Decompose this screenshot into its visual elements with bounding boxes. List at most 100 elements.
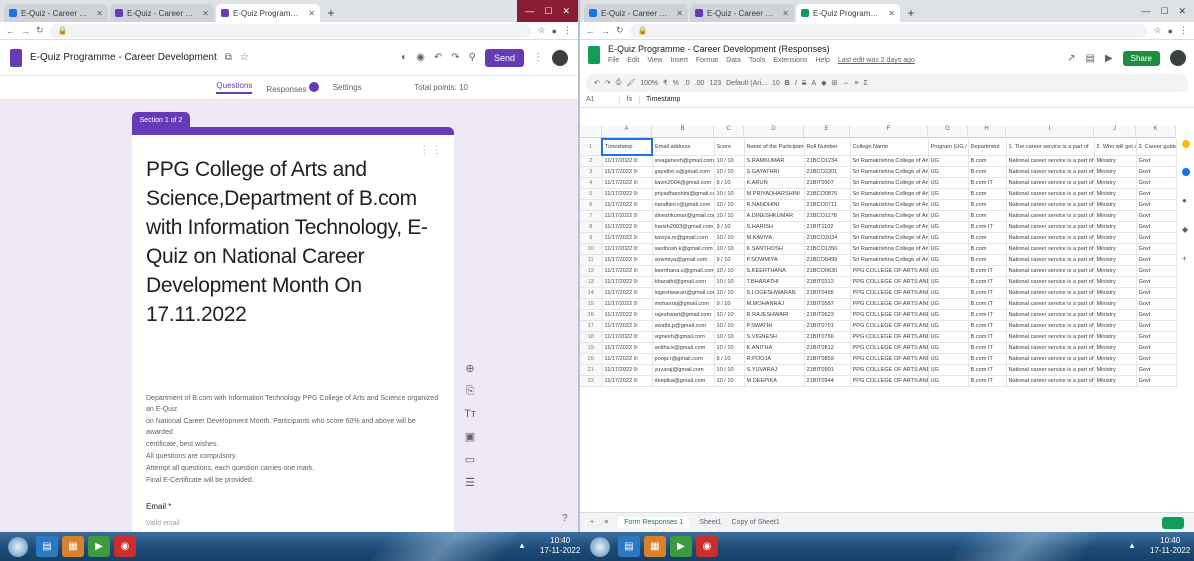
tab-settings[interactable]: Settings [333, 83, 362, 92]
form-doc-title[interactable]: E-Quiz Programme - Career Development [30, 52, 217, 63]
row-number[interactable]: 11 [580, 254, 603, 266]
table-cell[interactable]: 10 / 10 [714, 199, 745, 211]
table-cell[interactable]: B.com IT [968, 287, 1007, 299]
table-cell[interactable]: 11/17/2022 9: [602, 232, 653, 244]
table-cell[interactable]: 10 / 10 [714, 364, 745, 376]
folder-icon[interactable]: ▦ [644, 536, 666, 557]
table-cell[interactable]: B.com IT [968, 364, 1007, 376]
table-cell[interactable]: bharathi@gmail.com [652, 276, 715, 288]
table-cell[interactable]: National career service is a part of [1006, 188, 1095, 200]
table-cell[interactable]: M.MOHANRAJ [744, 298, 805, 310]
column-header[interactable]: A [602, 126, 652, 137]
table-cell[interactable]: 9 / 10 [714, 298, 745, 310]
minimize-icon[interactable]: — [525, 6, 534, 16]
decrease-decimal-button[interactable]: .0 [684, 80, 690, 87]
table-cell[interactable]: 11/17/2022 9: [602, 287, 653, 299]
palette-icon[interactable]: ◐ [401, 52, 407, 63]
taskbar-clock-right[interactable]: 10:40 17-11-2022 [1150, 536, 1190, 556]
table-cell[interactable]: Govt [1136, 353, 1177, 365]
table-cell[interactable]: vignesh@gmail.com [652, 331, 715, 343]
table-cell[interactable]: logeshwaran@gmail.com [652, 287, 715, 299]
add-title-icon[interactable]: Tт [464, 408, 476, 420]
table-cell[interactable]: PPG COLLEGE OF ARTS AND SCIENCE [850, 342, 929, 354]
table-cell[interactable]: anitha.k@gmail.com [652, 342, 715, 354]
table-cell[interactable]: Govt [1136, 309, 1177, 321]
menu-file[interactable]: File [608, 57, 619, 64]
close-icon[interactable]: ✕ [308, 9, 315, 18]
more-vert-icon[interactable]: ⋮ [533, 52, 543, 63]
table-cell[interactable]: 21BCO0499 [804, 254, 851, 266]
browser-tab-active[interactable]: E-Quiz Programme - Career Dev✕ [796, 4, 900, 22]
table-cell[interactable]: UG [928, 276, 969, 288]
table-cell[interactable]: pooja.r@gmail.com [652, 353, 715, 365]
contacts-icon[interactable]: ● [1182, 196, 1190, 205]
table-cell[interactable]: S.HARISH [744, 221, 805, 233]
table-cell[interactable]: Govt [1136, 265, 1177, 277]
table-cell[interactable]: Ministry [1094, 353, 1137, 365]
table-cell[interactable]: National career service is a part of [1006, 155, 1095, 167]
column-header[interactable]: I [1006, 126, 1094, 137]
table-cell[interactable]: PPG COLLEGE OF ARTS AND SCIENCE [850, 353, 929, 365]
table-cell[interactable]: mohanraj@gmail.com [652, 298, 715, 310]
forward-icon[interactable]: → [21, 26, 30, 36]
table-cell[interactable]: nandhini.r@gmail.com [652, 199, 715, 211]
table-cell[interactable]: kaviya.m@gmail.com [652, 232, 715, 244]
row-number[interactable]: 1 [580, 139, 603, 156]
table-cell[interactable]: 10 / 10 [714, 375, 745, 387]
chrome-icon[interactable]: ◉ [114, 536, 136, 557]
table-cell[interactable]: Govt [1136, 232, 1177, 244]
table-cell[interactable]: Ministry [1094, 298, 1137, 310]
increase-decimal-button[interactable]: .00 [695, 80, 705, 87]
table-cell[interactable]: B.com IT [968, 309, 1007, 321]
table-cell[interactable]: National career service is a part of [1006, 166, 1095, 178]
table-cell[interactable]: B.com [968, 166, 1007, 178]
table-cell[interactable]: B.com IT [968, 375, 1007, 387]
browser-tab[interactable]: E-Quiz - Career Development✕ [690, 4, 794, 22]
table-cell[interactable]: Ministry [1094, 342, 1137, 354]
table-cell[interactable]: 21BCO0711 [804, 199, 851, 211]
start-button-icon[interactable] [8, 537, 28, 557]
table-cell[interactable]: B.com [968, 232, 1007, 244]
column-header[interactable]: E [804, 126, 850, 137]
table-cell[interactable]: 11/17/2022 9: [602, 320, 653, 332]
explorer-icon[interactable]: ▤ [36, 536, 58, 557]
table-cell[interactable]: UG [928, 320, 969, 332]
menu-format[interactable]: Format [696, 57, 718, 64]
column-header[interactable]: H [968, 126, 1006, 137]
explorer-icon[interactable]: ▤ [618, 536, 640, 557]
table-cell[interactable]: Ministry [1094, 287, 1137, 299]
table-cell[interactable]: Govt [1136, 210, 1177, 222]
functions-icon[interactable]: Σ [864, 80, 868, 87]
add-image-icon[interactable]: ▣ [465, 430, 475, 443]
sheet-title[interactable]: E-Quiz Programme - Career Development (R… [608, 44, 915, 54]
strikethrough-button[interactable]: S [802, 80, 807, 87]
table-cell[interactable]: National career service is a part of [1006, 265, 1095, 277]
table-cell[interactable]: 10 / 10 [714, 243, 745, 255]
table-cell[interactable]: UG [928, 188, 969, 200]
table-cell[interactable]: 11/17/2022 9: [602, 364, 653, 376]
table-cell[interactable]: UG [928, 265, 969, 277]
table-cell[interactable]: S.YUVARAJ [744, 364, 805, 376]
table-cell[interactable]: 11/17/2022 9: [602, 309, 653, 321]
sheet-tab-copy[interactable]: Copy of Sheet1 [732, 519, 780, 526]
media-icon[interactable]: ▶ [670, 536, 692, 557]
row-number[interactable]: 19 [580, 342, 603, 354]
tray-arrow-icon[interactable]: ▲ [1128, 541, 1136, 550]
table-cell[interactable]: 11/17/2022 9: [602, 276, 653, 288]
start-button-icon[interactable] [590, 537, 610, 557]
table-cell[interactable]: 10 / 10 [714, 210, 745, 222]
table-cell[interactable]: UG [928, 221, 969, 233]
send-button[interactable]: Send [484, 48, 524, 67]
table-cell[interactable]: 21BIT0623 [804, 309, 851, 321]
menu-extensions[interactable]: Extensions [773, 57, 807, 64]
taskbar-clock-left[interactable]: 10:40 17-11-2022 [540, 536, 580, 556]
table-cell[interactable]: Sri Ramakrishna College of Arts [850, 155, 929, 167]
back-icon[interactable]: ← [586, 26, 595, 36]
table-cell[interactable]: PPG COLLEGE OF ARTS AND SCIENCE [850, 298, 929, 310]
tray-arrow-icon[interactable]: ▲ [518, 541, 526, 550]
table-cell[interactable]: Sri Ramakrishna College of Arts [850, 177, 929, 189]
menu-help[interactable]: Help [815, 57, 829, 64]
more-icon[interactable]: ⋮ [1179, 25, 1188, 36]
table-cell[interactable]: K.ANITHA [744, 342, 805, 354]
table-cell[interactable]: Govt [1136, 177, 1177, 189]
